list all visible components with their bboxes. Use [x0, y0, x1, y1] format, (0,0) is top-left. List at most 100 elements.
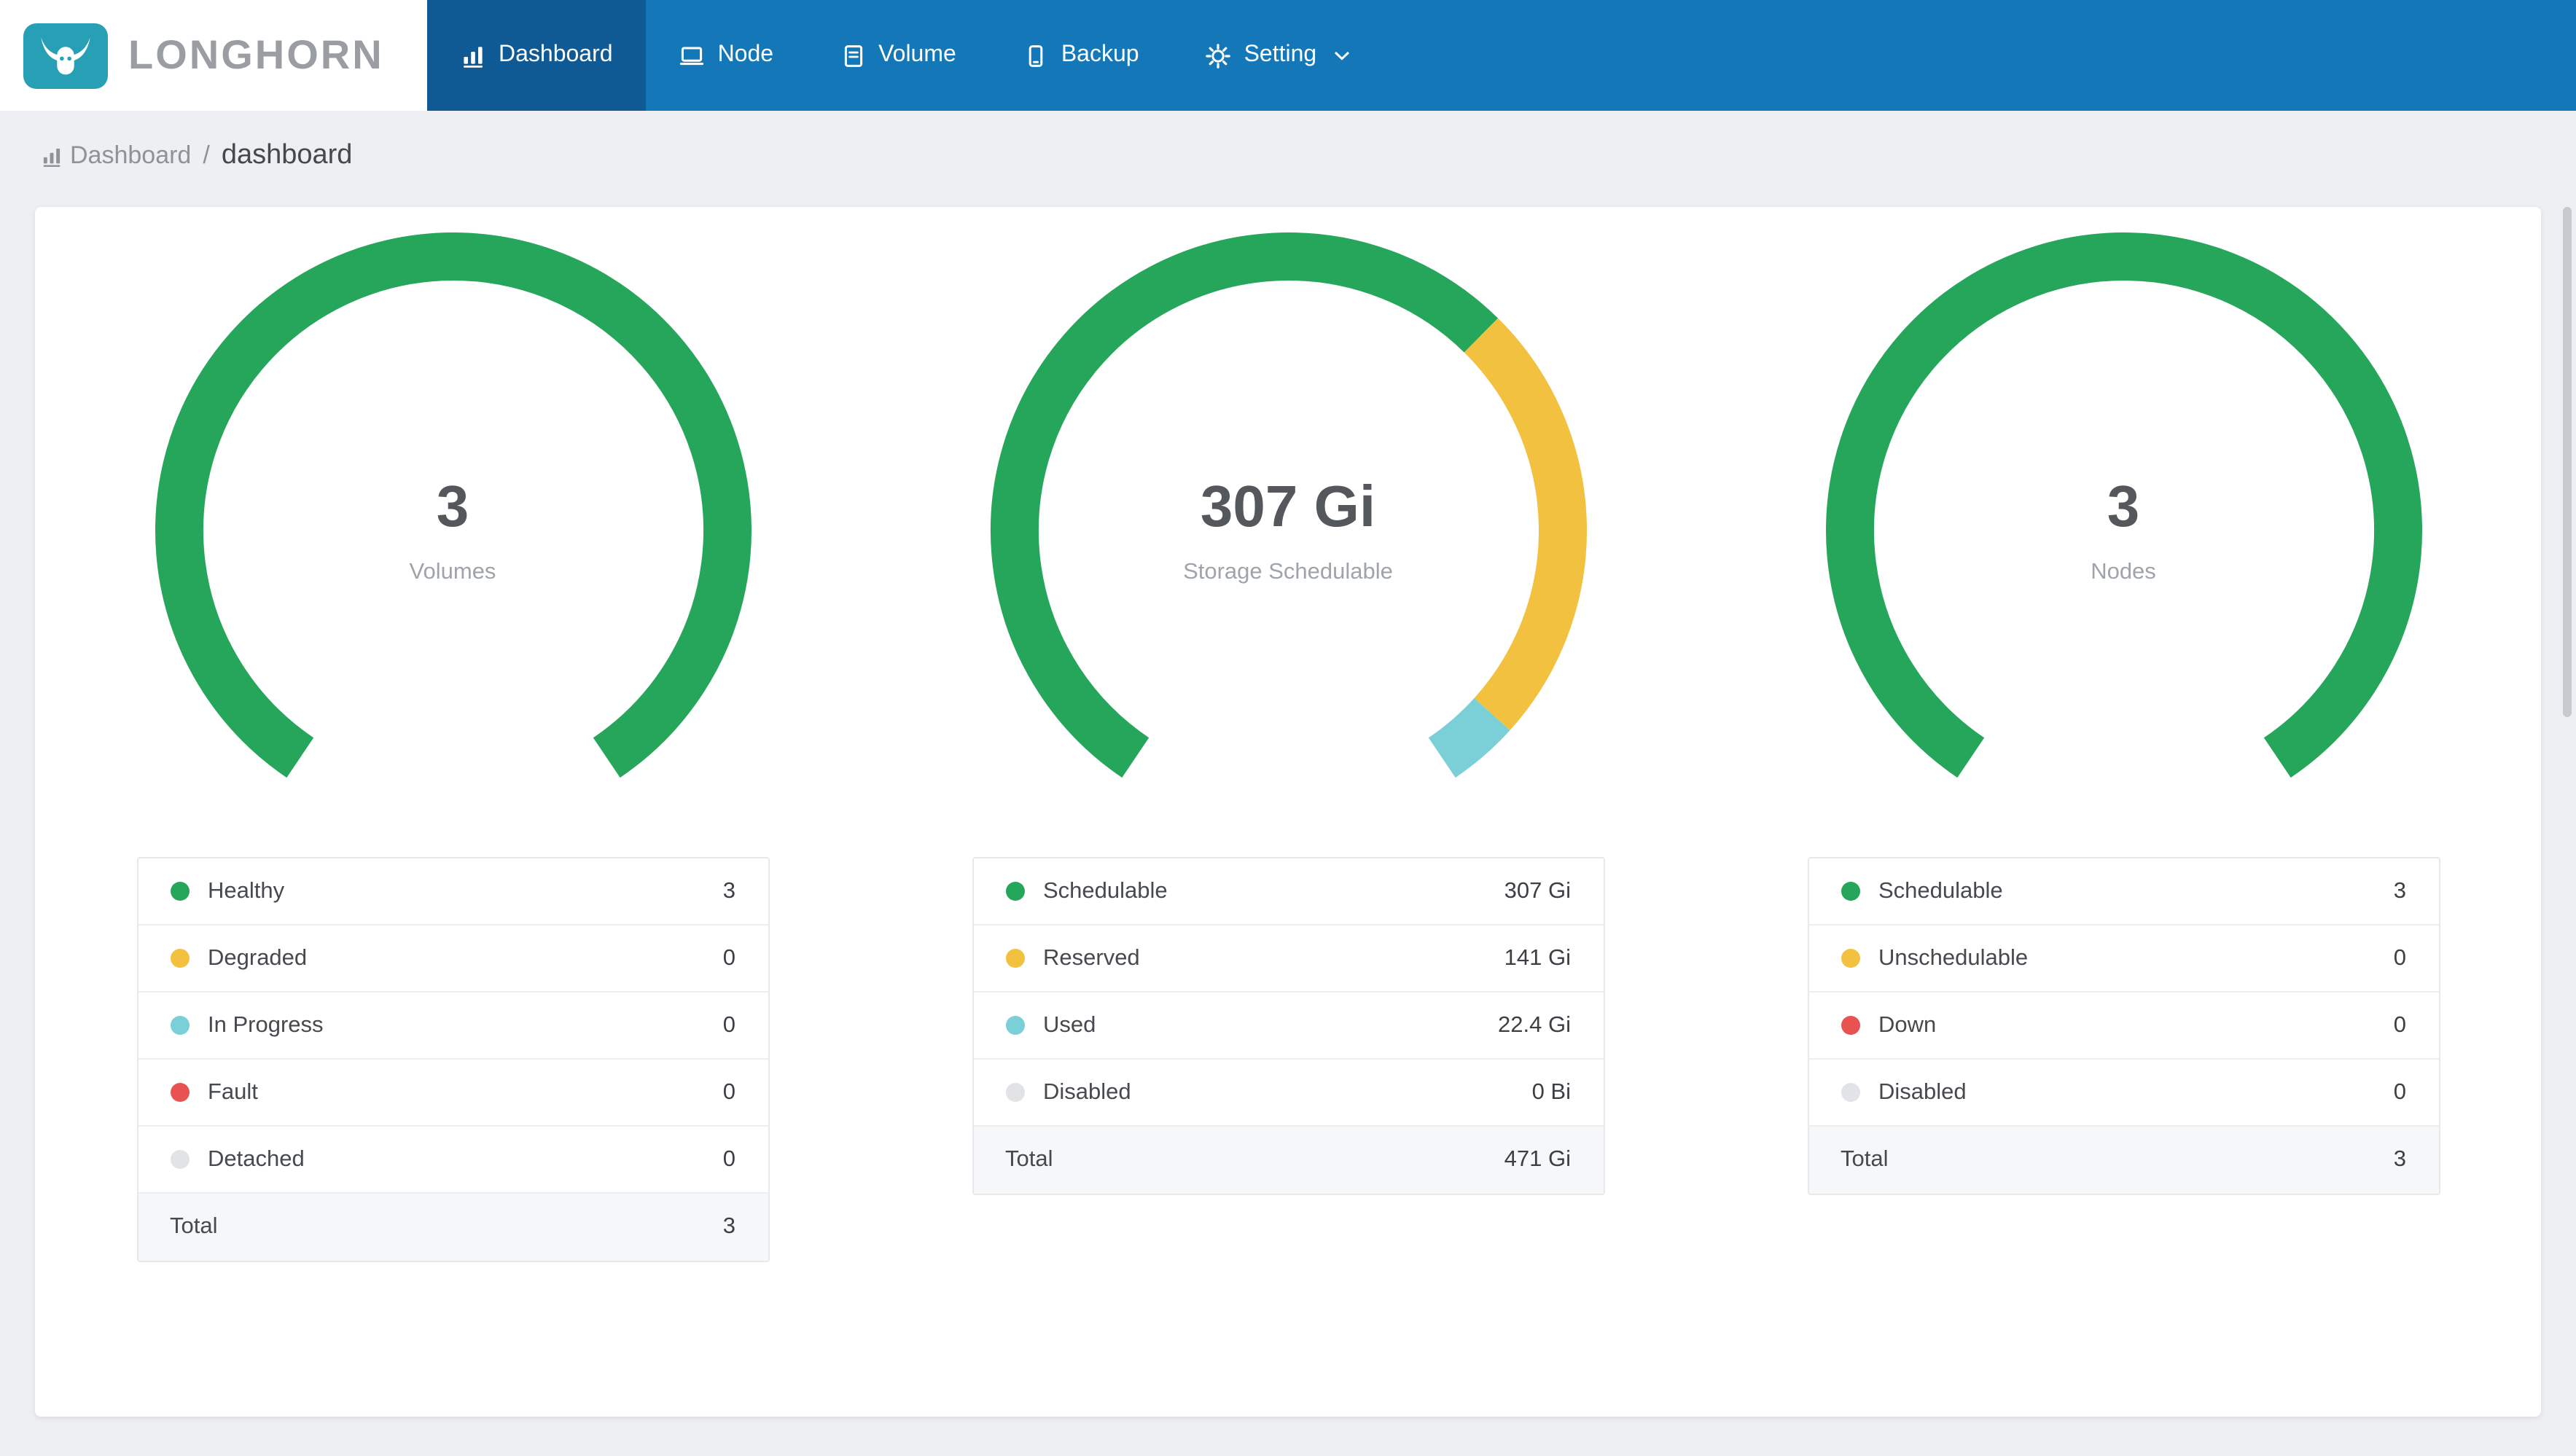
legend-dot — [1005, 949, 1024, 968]
legend-value: 0 — [722, 1079, 735, 1104]
legend-dot — [1005, 1016, 1024, 1035]
nav-tab-node[interactable]: Node — [647, 0, 808, 111]
legend-label: Schedulable — [1043, 878, 1168, 903]
nodes-legend: Schedulable 3 Unschedulable 0 Down 0 Dis… — [1807, 857, 2440, 1195]
node-icon — [680, 46, 704, 65]
scrollbar-thumb[interactable] — [2563, 207, 2572, 717]
legend-dot — [1841, 1083, 1859, 1102]
legend-label: Reserved — [1043, 945, 1140, 970]
legend-label: Fault — [208, 1079, 258, 1104]
nav-tab-setting[interactable]: Setting — [1173, 0, 1384, 111]
legend-total-value: 3 — [722, 1214, 735, 1239]
legend-value: 0 — [2393, 945, 2406, 970]
nav-tab-dashboard[interactable]: Dashboard — [427, 0, 647, 111]
legend-value: 0 — [2393, 1079, 2406, 1104]
app-window: LONGHORN Dashboard Node Volume Backup Se… — [0, 0, 2576, 1456]
legend-dot — [170, 882, 189, 901]
legend-value: 3 — [2393, 878, 2406, 903]
legend-total-row: Total 3 — [1808, 1127, 2438, 1194]
legend-total-row: Total 3 — [138, 1194, 768, 1261]
legend-total-value: 3 — [2393, 1147, 2406, 1172]
legend-dot — [1841, 882, 1859, 901]
legend-label: Schedulable — [1878, 878, 2003, 903]
legend-row: Disabled 0 Bi — [973, 1060, 1603, 1127]
legend-row: Degraded 0 — [138, 925, 768, 993]
nodes-panel: 3 Nodes Schedulable 3 Unschedulable 0 Do… — [1706, 207, 2541, 1417]
longhorn-logo[interactable]: LONGHORN — [0, 0, 427, 111]
storage-legend: Schedulable 307 Gi Reserved 141 Gi Used … — [972, 857, 1604, 1195]
top-nav: Dashboard Node Volume Backup Setting — [427, 0, 2576, 111]
legend-label: Unschedulable — [1878, 945, 2029, 970]
bar-chart-icon — [43, 147, 61, 166]
legend-label: Healthy — [208, 878, 285, 903]
legend-value: 0 — [722, 1146, 735, 1171]
nav-tab-label: Volume — [878, 42, 956, 67]
legend-label: Disabled — [1043, 1079, 1131, 1104]
legend-label: Down — [1878, 1012, 1937, 1037]
nav-tab-volume[interactable]: Volume — [807, 0, 990, 111]
legend-dot — [170, 1083, 189, 1102]
legend-label: Used — [1043, 1012, 1096, 1037]
legend-row: Used 22.4 Gi — [973, 993, 1603, 1060]
breadcrumb-current-page: dashboard — [221, 140, 353, 171]
nodes-gauge: 3 Nodes — [1817, 224, 2429, 837]
breadcrumb-section[interactable]: Dashboard — [41, 141, 191, 171]
legend-value: 0 Bi — [1531, 1079, 1571, 1104]
bull-logo-icon — [23, 23, 108, 88]
legend-value: 22.4 Gi — [1498, 1012, 1571, 1037]
legend-row: Reserved 141 Gi — [973, 925, 1603, 993]
legend-row: Down 0 — [1808, 993, 2438, 1060]
volumes-panel: 3 Volumes Healthy 3 Degraded 0 In Progre… — [35, 207, 870, 1417]
volume-icon — [843, 44, 862, 66]
legend-total-row: Total 471 Gi — [973, 1127, 1603, 1194]
legend-row: Schedulable 3 — [1808, 858, 2438, 925]
backup-icon — [1029, 44, 1043, 66]
dashboard-card: 3 Volumes Healthy 3 Degraded 0 In Progre… — [35, 207, 2541, 1417]
legend-dot — [170, 1150, 189, 1169]
legend-value: 0 — [722, 945, 735, 970]
legend-row: Schedulable 307 Gi — [973, 858, 1603, 925]
legend-total-label: Total — [170, 1214, 218, 1239]
legend-value: 0 — [722, 1012, 735, 1037]
legend-total-label: Total — [1841, 1147, 1889, 1172]
breadcrumb-separator: / — [203, 141, 210, 169]
legend-dot — [1841, 949, 1859, 968]
breadcrumb-section-label: Dashboard — [70, 141, 192, 169]
app-header: LONGHORN Dashboard Node Volume Backup Se… — [0, 0, 2576, 111]
legend-dot — [1005, 1083, 1024, 1102]
legend-dot — [170, 949, 189, 968]
legend-row: Fault 0 — [138, 1060, 768, 1127]
nav-tab-backup[interactable]: Backup — [990, 0, 1173, 111]
legend-row: Detached 0 — [138, 1127, 768, 1194]
legend-dot — [1005, 882, 1024, 901]
legend-value: 141 Gi — [1504, 945, 1571, 970]
legend-dot — [1841, 1016, 1859, 1035]
legend-label: Detached — [208, 1146, 305, 1171]
legend-row: Disabled 0 — [1808, 1060, 2438, 1127]
legend-row: In Progress 0 — [138, 993, 768, 1060]
brand-name: LONGHORN — [128, 32, 384, 77]
legend-label: Disabled — [1878, 1079, 1967, 1104]
bar-chart-icon — [464, 46, 483, 67]
storage-panel: 307 Gi Storage Schedulable Schedulable 3… — [870, 207, 1706, 1417]
legend-label: In Progress — [208, 1012, 324, 1037]
legend-row: Healthy 3 — [138, 858, 768, 925]
legend-value: 3 — [722, 878, 735, 903]
nav-tab-label: Setting — [1244, 42, 1317, 67]
volumes-gauge: 3 Volumes — [147, 224, 759, 837]
gear-icon — [1206, 43, 1231, 68]
chevron-down-icon — [1335, 50, 1350, 60]
legend-value: 0 — [2393, 1012, 2406, 1037]
legend-dot — [170, 1016, 189, 1035]
storage-gauge: 307 Gi Storage Schedulable — [982, 224, 1594, 837]
legend-row: Unschedulable 0 — [1808, 925, 2438, 993]
nav-tab-label: Backup — [1061, 42, 1139, 67]
breadcrumb: Dashboard / dashboard — [0, 111, 2576, 172]
nav-tab-label: Dashboard — [499, 42, 613, 67]
volumes-legend: Healthy 3 Degraded 0 In Progress 0 Fault… — [136, 857, 769, 1262]
legend-total-value: 471 Gi — [1504, 1147, 1571, 1172]
nav-tab-label: Node — [717, 42, 774, 67]
legend-total-label: Total — [1005, 1147, 1053, 1172]
legend-value: 307 Gi — [1504, 878, 1571, 903]
legend-label: Degraded — [208, 945, 308, 970]
